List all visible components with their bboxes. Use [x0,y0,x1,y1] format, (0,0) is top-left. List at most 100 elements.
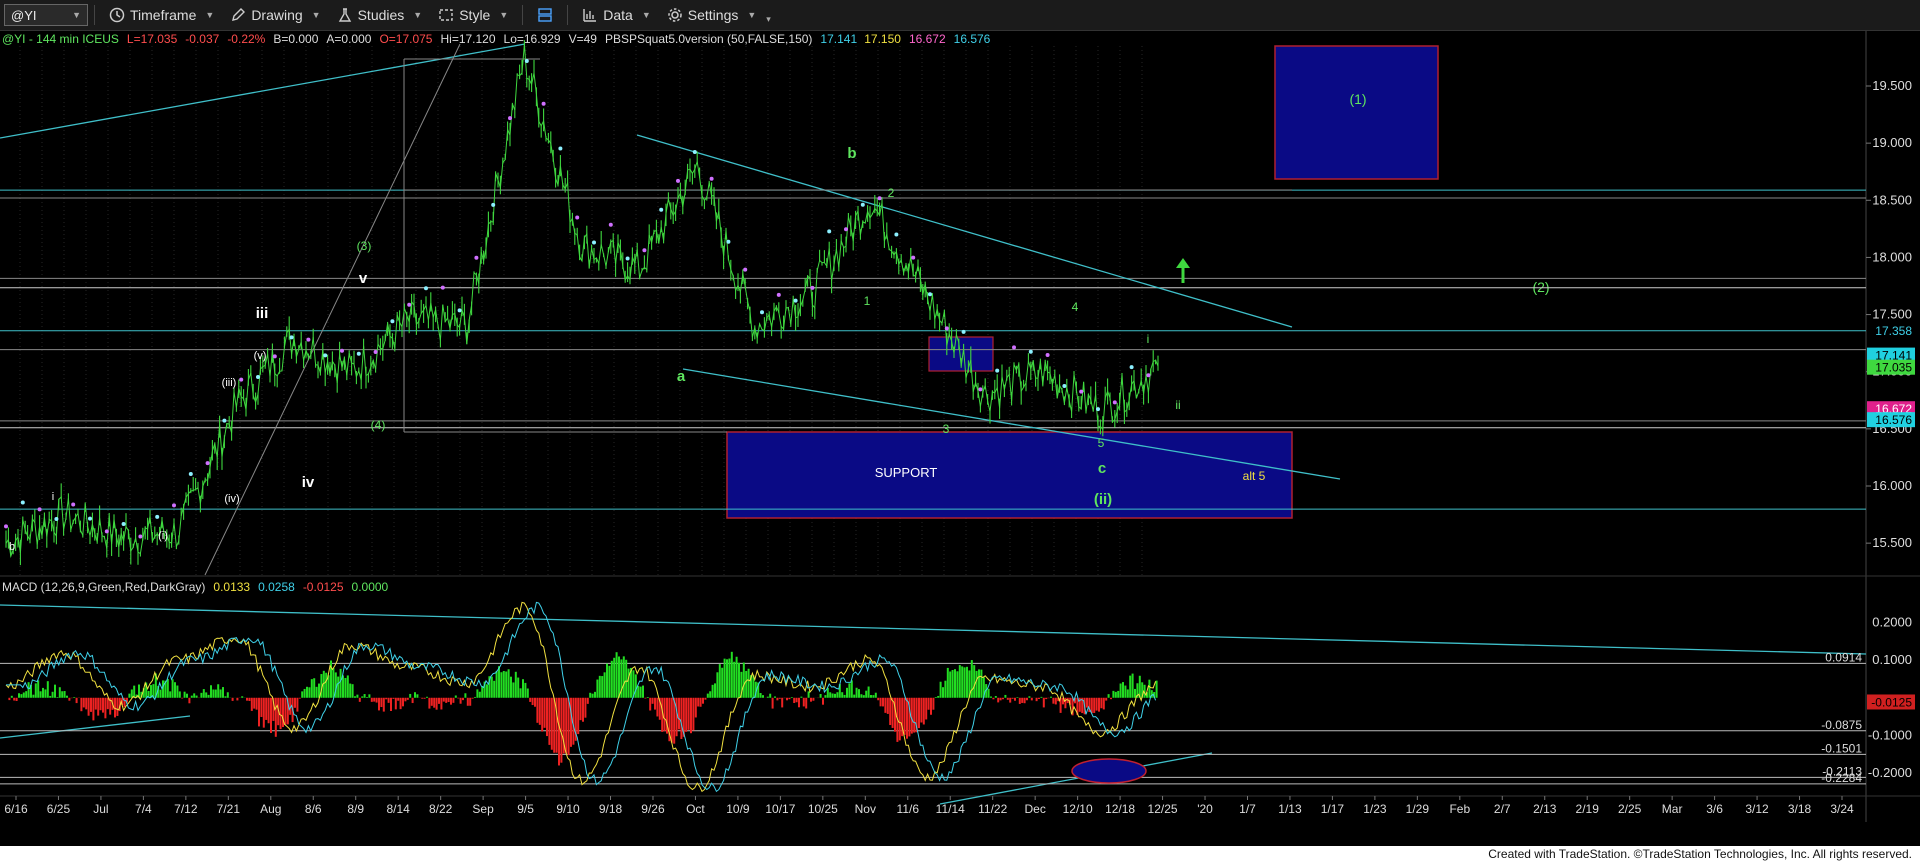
histogram-bar [298,697,301,699]
wave-label: 2 [888,186,895,200]
layout-button[interactable] [529,7,561,23]
histogram-bar [781,697,784,708]
price-tick: 16.000 [1872,478,1912,493]
histogram-bar [462,697,464,701]
histogram-bar [411,697,414,704]
histogram-bar [699,697,702,707]
histogram-bar [399,697,402,710]
histogram-bar [92,697,95,721]
support-box [726,431,1293,519]
clock-icon [109,7,125,23]
pivot-dot [205,461,210,466]
histogram-bar [702,697,704,704]
histogram-bar [75,697,78,704]
histogram-bar [805,697,808,709]
histogram-bar [906,697,908,739]
pivot-dot [4,524,8,529]
pivot-dot [625,256,630,261]
histogram-bar [39,691,42,698]
pivot-dot [844,227,848,232]
price-tick: 15.500 [1872,535,1912,550]
histogram-bar [1098,697,1100,712]
style-menu[interactable]: Style ▼ [430,7,516,23]
drawing-menu[interactable]: Drawing ▼ [222,7,328,23]
wave-label: c [1098,460,1106,477]
date-label: 8/14 [387,802,411,816]
wave-label: 1 [864,294,871,308]
histogram-bar [800,696,803,698]
header-field: A=0.000 [326,32,371,46]
pivot-dot [373,349,378,354]
histogram-bar [733,661,736,698]
date-label: 7/12 [174,802,198,816]
histogram-bar [10,695,13,698]
histogram-bar [202,689,205,698]
histogram-bar [15,697,18,701]
histogram-bar [123,697,126,708]
price-tick: 17.500 [1872,307,1912,322]
pivot-dot [440,285,445,290]
histogram-bar [469,697,472,706]
flask-icon [338,8,351,22]
histogram-bar [1107,694,1110,698]
target-1-label: (1) [1349,91,1366,107]
pivot-dot [776,292,781,297]
histogram-bar [522,679,524,698]
date-label: 3/18 [1788,802,1812,816]
histogram-bar [241,696,244,698]
histogram-bar [1100,697,1103,709]
wave-label: 5 [1098,436,1105,450]
settings-menu[interactable]: Settings ▼ [659,7,765,23]
pivot-dot [524,59,529,64]
histogram-bar [958,665,961,698]
wave-label: 4 [1072,300,1079,314]
histogram-bar [452,697,455,703]
histogram-bar [375,697,378,703]
date-label: 10/17 [765,802,795,816]
pivot-dot [1062,383,1067,388]
histogram-bar [596,679,599,698]
pivot-dot [978,387,983,392]
date-label: 12/25 [1148,802,1178,816]
symbol-field[interactable]: @YI ▼ [4,4,88,26]
histogram-bar [994,696,997,698]
pivot-dot [659,207,664,212]
histogram-bar [625,659,628,698]
pivot-dot [323,353,328,358]
studies-menu[interactable]: Studies ▼ [329,7,431,23]
chart-area[interactable]: @YI - 144 min ICEUS L=17.035 -0.037 -0.22% B… [0,31,1920,846]
histogram-bar [538,697,541,725]
pivot-dot [558,146,563,151]
histogram-bar [414,692,416,698]
date-label: 10/25 [808,802,838,816]
histogram-bar [1093,697,1096,713]
histogram-bar [190,695,193,698]
header-field: 17.150 [864,32,901,46]
date-label: 9/26 [641,802,665,816]
histogram-bar [502,670,505,698]
macd-header: MACD (12,26,9,Green,Red,DarkGray) 0.0133 0… [2,580,389,594]
histogram-bar [325,672,328,698]
histogram-bar [939,681,942,698]
overflow-caret[interactable]: ▾ [766,14,771,25]
date-label: 1/13 [1278,802,1302,816]
style-icon [439,9,453,21]
histogram-bar [728,658,731,698]
target-box-1 [1274,45,1439,180]
histogram-bar [963,667,966,698]
histogram-bar [351,684,354,698]
header-field: 16.672 [909,32,946,46]
histogram-bar [61,691,64,698]
histogram-bar [1050,696,1052,698]
price-tick: 18.500 [1872,192,1912,207]
histogram-bar [442,697,445,702]
histogram-bar [1102,697,1105,710]
histogram-bar [382,697,385,712]
histogram-bar [313,678,316,698]
histogram-bar [13,697,16,701]
histogram-bar [279,697,282,730]
data-menu[interactable]: Data ▼ [574,7,659,23]
histogram-bar [534,697,536,707]
histogram-bar [651,697,654,704]
timeframe-menu[interactable]: Timeframe ▼ [101,7,222,23]
